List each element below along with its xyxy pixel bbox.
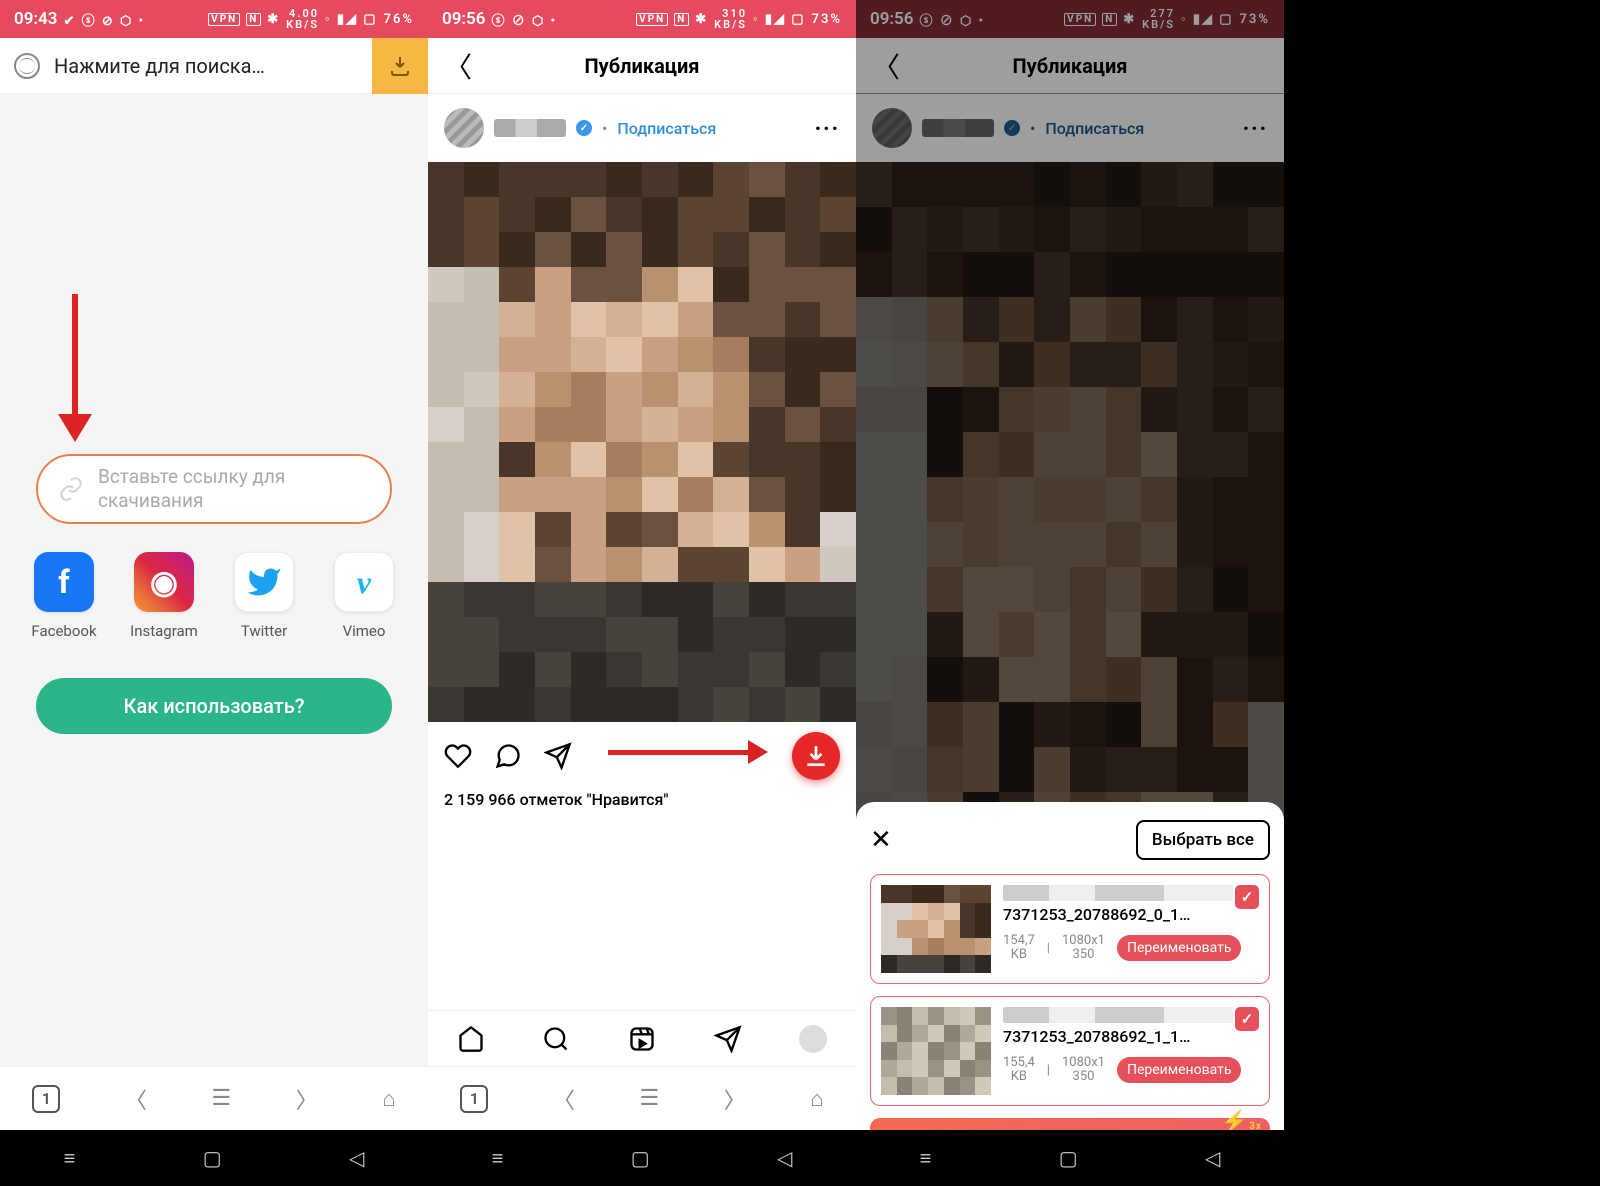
file-thumbnail [881,885,991,973]
back-button[interactable]: 〈 [125,1083,147,1115]
app-twitter[interactable]: Twitter [224,552,304,640]
browser-header: Нажмите для поиска… [0,38,428,94]
file-item-0[interactable]: 7371253_20788692_0_1… ✓ 154,7KB | 1080x1… [870,874,1270,984]
browser-bottom-nav: 1 〈 ☰ 〉 ⌂ [428,1066,856,1130]
app-facebook[interactable]: fFacebook [24,552,104,640]
like-icon[interactable] [444,742,472,770]
nav-profile-icon[interactable] [799,1025,827,1053]
status-time: 09:43 [14,9,57,29]
instagram-nav [428,1010,856,1066]
annotation-arrow-down [58,414,92,442]
vpn-icon: VPN [208,13,240,26]
status-icons-left: ✔ ⓢ ⊘ ⬡ • [63,10,145,29]
file-checkbox[interactable]: ✓ [1235,1007,1259,1031]
close-icon[interactable]: ✕ [870,825,892,855]
battery-percent: 76% [384,12,414,27]
post-image[interactable] [428,162,856,722]
annotation-arrow-right [608,740,768,764]
post-actions [428,722,856,790]
file-name: 7371253_20788692_1_1… [1003,1027,1259,1046]
nav-search-icon[interactable] [542,1025,570,1053]
back-button[interactable]: 〈 [553,1083,575,1115]
forward-button[interactable]: 〉 [296,1083,318,1115]
rename-button[interactable]: Переименовать [1117,935,1242,961]
back-system-button[interactable]: ◁ [349,1146,364,1170]
home-button[interactable]: ⌂ [382,1086,395,1112]
globe-icon[interactable] [14,53,40,79]
post-header: 〈 Публикация [428,38,856,94]
browser-bottom-nav: 1 〈 ☰ 〉 ⌂ [0,1066,428,1130]
download-fab[interactable] [792,732,840,780]
forward-button[interactable]: 〉 [724,1083,746,1115]
likes-count[interactable]: 2 159 966 отметок "Нравится" [428,790,856,809]
status-bar: 09:43 ✔ ⓢ ⊘ ⬡ • VPN N ✱ 4.00KB/S ◦ ▮◢ ▢ … [0,0,428,38]
system-nav: ≡ ▢ ◁ [0,1130,428,1186]
system-nav: ≡▢◁ [856,1130,1284,1186]
nav-reels-icon[interactable] [628,1025,656,1053]
menu-button[interactable]: ☰ [639,1086,659,1111]
address-bar[interactable]: Нажмите для поиска… [54,54,372,78]
recents-button[interactable]: ≡ [64,1146,76,1171]
screen-3-download-sheet: 09:56ⓢ ⊘ ⬡ • VPNN✱277KB/S◦ ▮◢ ▢73% 〈 Пуб… [856,0,1284,1186]
screen-2-post: 09:56ⓢ ⊘ ⬡ • VPNN✱310KB/S◦ ▮◢ ▢73% 〈 Пуб… [428,0,856,1186]
file-item-1[interactable]: 7371253_20788692_1_1… ✓ 155,4KB | 1080x1… [870,996,1270,1106]
link-input[interactable]: Вставьте ссылку для скачивания [36,454,392,524]
home-button[interactable]: ⌂ [810,1086,823,1112]
system-nav: ≡▢◁ [428,1130,856,1186]
follow-link[interactable]: Подписаться [617,119,716,138]
file-checkbox[interactable]: ✓ [1235,885,1259,909]
file-thumbnail [881,1007,991,1095]
apps-row: fFacebook ◉Instagram Twitter vVimeo dDa [0,524,428,654]
status-time: 09:56 [442,9,485,29]
more-options-icon[interactable]: ··· [815,116,840,140]
tabs-button[interactable]: 1 [32,1085,60,1113]
tabs-button[interactable]: 1 [460,1085,488,1113]
rename-button[interactable]: Переименовать [1117,1057,1242,1083]
username[interactable] [494,119,566,137]
nav-home-icon[interactable] [457,1025,485,1053]
comment-icon[interactable] [494,742,522,770]
link-icon [58,476,84,502]
avatar[interactable] [444,108,484,148]
status-bar: 09:56ⓢ ⊘ ⬡ • VPNN✱310KB/S◦ ▮◢ ▢73% [428,0,856,38]
page-title: Публикация [585,54,700,78]
download-sheet: ✕ Выбрать все 7371253_20788692_0_1… ✓ 15… [856,802,1284,1186]
how-to-use-button[interactable]: Как использовать? [36,678,392,734]
home-system-button[interactable]: ▢ [203,1146,222,1170]
screen-1-downloader: 09:43 ✔ ⓢ ⊘ ⬡ • VPN N ✱ 4.00KB/S ◦ ▮◢ ▢ … [0,0,428,1186]
nav-messages-icon[interactable] [714,1025,742,1053]
page-body: Вставьте ссылку для скачивания fFacebook… [0,94,428,760]
post-author-row: ✓ • Подписаться ··· [428,94,856,162]
nfc-icon: N [246,13,261,26]
file-name: 7371253_20788692_0_1… [1003,905,1259,924]
menu-button[interactable]: ☰ [211,1086,231,1111]
share-icon[interactable] [544,742,572,770]
verified-badge-icon: ✓ [576,120,592,136]
app-vimeo[interactable]: vVimeo [324,552,404,640]
select-all-button[interactable]: Выбрать все [1136,820,1270,860]
app-instagram[interactable]: ◉Instagram [124,552,204,640]
link-placeholder: Вставьте ссылку для скачивания [98,465,370,513]
back-icon[interactable]: 〈 [444,46,472,86]
downloads-button[interactable] [372,38,428,94]
